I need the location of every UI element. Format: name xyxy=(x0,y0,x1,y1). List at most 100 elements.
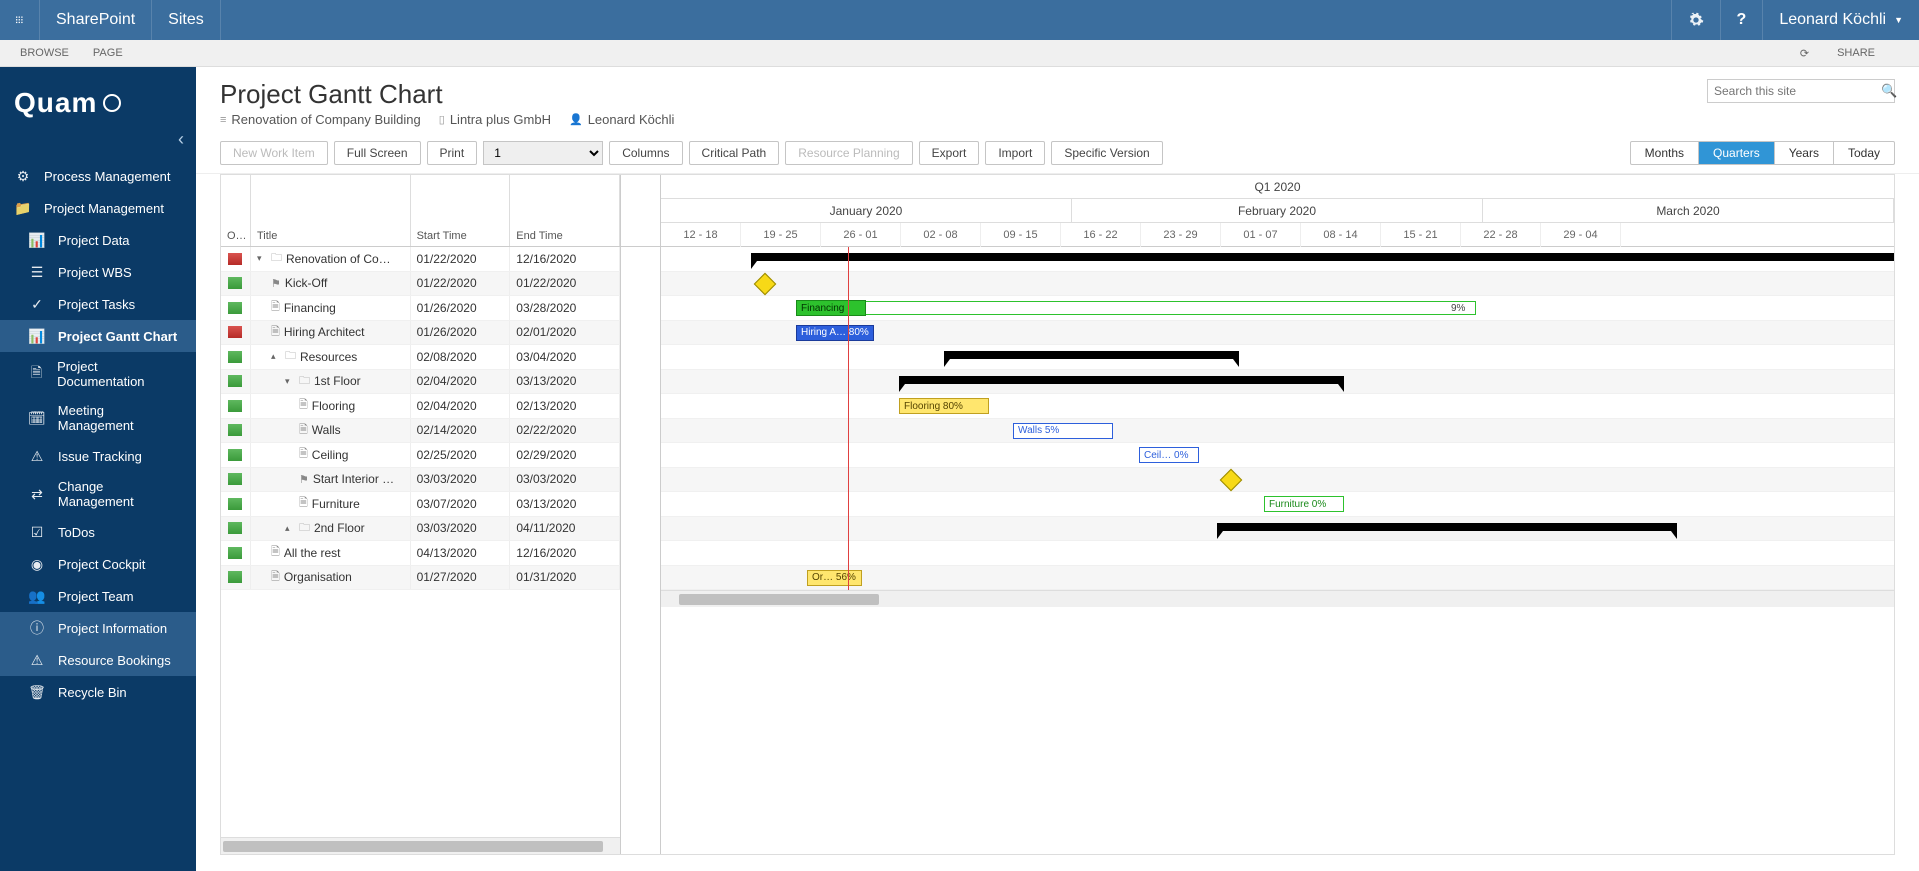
search-icon[interactable]: 🔍 xyxy=(1875,83,1903,99)
timeline-row: Walls 5% xyxy=(661,419,1894,444)
nav-process-management[interactable]: ⚙Process Management xyxy=(0,160,196,192)
grid-row[interactable]: 🗎 Financing 01/26/2020 03/28/2020 xyxy=(221,296,620,321)
task-bar[interactable]: Hiring A… 80% xyxy=(796,325,874,341)
share-button[interactable]: ⟳ SHARE xyxy=(1800,47,1899,60)
grid-row[interactable]: ⚑ Start Interior … 03/03/2020 03/03/2020 xyxy=(221,468,620,493)
summary-bar[interactable] xyxy=(899,376,1344,384)
task-bar[interactable]: Walls 5% xyxy=(1013,423,1113,439)
grid-scrollbar[interactable] xyxy=(221,837,620,854)
nav-project-tasks[interactable]: ✓Project Tasks xyxy=(0,288,196,320)
col-start[interactable]: Start Time xyxy=(411,175,511,246)
task-bar[interactable]: Ceil… 0% xyxy=(1139,447,1199,463)
person-icon: 👤 xyxy=(569,113,583,126)
grid-row[interactable]: 🗎 All the rest 04/13/2020 12/16/2020 xyxy=(221,541,620,566)
full-screen-button[interactable]: Full Screen xyxy=(334,141,421,165)
expand-toggle[interactable]: ▾ xyxy=(257,253,267,264)
view-months[interactable]: Months xyxy=(1631,142,1699,164)
nav-meeting-management[interactable]: 🗓Meeting Management xyxy=(0,396,196,440)
row-title: Organisation xyxy=(284,570,352,584)
week-header: 02 - 08 xyxy=(901,223,981,247)
nav-project-information[interactable]: ⓘProject Information xyxy=(0,612,196,644)
expand-toggle[interactable]: ▴ xyxy=(271,351,281,362)
search-box[interactable]: 🔍 xyxy=(1707,79,1895,103)
summary-bar[interactable] xyxy=(944,351,1239,359)
nav-project-gantt-chart[interactable]: 📊Project Gantt Chart xyxy=(0,320,196,352)
ribbon-page[interactable]: PAGE xyxy=(93,47,123,59)
col-end[interactable]: End Time xyxy=(510,175,620,246)
new-work-item-button: New Work Item xyxy=(220,141,328,165)
nav-resource-bookings[interactable]: ⚠Resource Bookings xyxy=(0,644,196,676)
status-icon xyxy=(228,375,242,387)
ribbon-browse[interactable]: BROWSE xyxy=(20,47,69,59)
nav-project-management[interactable]: 📁Project Management xyxy=(0,192,196,224)
col-title[interactable]: Title xyxy=(251,175,411,246)
nav-todos[interactable]: ☑ToDos xyxy=(0,516,196,548)
expand-toggle[interactable]: ▾ xyxy=(285,376,295,387)
milestone-marker[interactable] xyxy=(1220,468,1243,491)
nav-recycle-bin[interactable]: 🗑Recycle Bin xyxy=(0,676,196,708)
summary-bar[interactable] xyxy=(751,253,1894,261)
zoom-select[interactable]: 1 xyxy=(483,141,603,165)
user-menu[interactable]: Leonard Köchli ▼ xyxy=(1762,0,1919,40)
grid-row[interactable]: 🗎 Hiring Architect 01/26/2020 02/01/2020 xyxy=(221,321,620,346)
nav-icon: 📊 xyxy=(28,231,46,249)
nav-icon: ⓘ xyxy=(28,619,46,637)
expand-toggle[interactable]: ▴ xyxy=(285,523,295,534)
search-input[interactable] xyxy=(1708,84,1875,98)
specific-version-button[interactable]: Specific Version xyxy=(1051,141,1162,165)
critical-path-button[interactable]: Critical Path xyxy=(689,141,780,165)
view-today[interactable]: Today xyxy=(1834,142,1894,164)
nav-issue-tracking[interactable]: ⚠Issue Tracking xyxy=(0,440,196,472)
nav-change-management[interactable]: ⇄Change Management xyxy=(0,472,196,516)
col-status[interactable]: O… xyxy=(221,175,251,246)
summary-bar[interactable] xyxy=(1217,523,1677,531)
content: Project Gantt Chart ≡Renovation of Compa… xyxy=(196,67,1919,871)
grid-row[interactable]: 🗎 Organisation 01/27/2020 01/31/2020 xyxy=(221,566,620,591)
row-type-icon: 🗎 xyxy=(271,543,280,562)
grid-row[interactable]: ▴ 🗀 2nd Floor 03/03/2020 04/11/2020 xyxy=(221,517,620,542)
suite-sites[interactable]: Sites xyxy=(152,0,221,40)
settings-button[interactable] xyxy=(1671,0,1720,40)
app-launcher[interactable] xyxy=(0,0,40,40)
status-icon xyxy=(228,351,242,363)
export-button[interactable]: Export xyxy=(919,141,980,165)
task-bar[interactable]: Or… 56% xyxy=(807,570,862,586)
toolbar: New Work Item Full Screen Print 1 Column… xyxy=(196,131,1919,174)
nav-project-team[interactable]: 👥Project Team xyxy=(0,580,196,612)
task-bar[interactable]: Financing9% xyxy=(796,300,866,316)
view-quarters[interactable]: Quarters xyxy=(1699,142,1775,164)
grid-row[interactable]: ▴ 🗀 Resources 02/08/2020 03/04/2020 xyxy=(221,345,620,370)
nav-project-wbs[interactable]: ☰Project WBS xyxy=(0,256,196,288)
grid-row[interactable]: ▾ 🗀 Renovation of Co… 01/22/2020 12/16/2… xyxy=(221,247,620,272)
help-button[interactable]: ? xyxy=(1720,0,1763,40)
splitter-col[interactable] xyxy=(621,175,661,854)
columns-button[interactable]: Columns xyxy=(609,141,682,165)
task-bar[interactable]: Flooring 80% xyxy=(899,398,989,414)
nav-project-data[interactable]: 📊Project Data xyxy=(0,224,196,256)
task-bar[interactable]: Furniture 0% xyxy=(1264,496,1344,512)
row-title: Ceiling xyxy=(312,448,349,462)
week-header: 16 - 22 xyxy=(1061,223,1141,247)
timeline-pane: Q1 2020 January 2020February 2020March 2… xyxy=(661,175,1894,854)
timeline-scrollbar[interactable] xyxy=(661,590,1894,607)
view-years[interactable]: Years xyxy=(1775,142,1834,164)
timeline-row: Financing9% xyxy=(661,296,1894,321)
collapse-sidebar[interactable]: ‹ xyxy=(0,127,196,160)
suite-brand[interactable]: SharePoint xyxy=(40,0,152,40)
row-type-icon: 🗀 xyxy=(299,372,310,391)
grid-row[interactable]: 🗎 Walls 02/14/2020 02/22/2020 xyxy=(221,419,620,444)
grid-row[interactable]: ▾ 🗀 1st Floor 02/04/2020 03/13/2020 xyxy=(221,370,620,395)
grid-row[interactable]: 🗎 Furniture 03/07/2020 03/13/2020 xyxy=(221,492,620,517)
grid-row[interactable]: 🗎 Flooring 02/04/2020 02/13/2020 xyxy=(221,394,620,419)
import-button[interactable]: Import xyxy=(985,141,1045,165)
nav-project-documentation[interactable]: 🗎Project Documentation xyxy=(0,352,196,396)
nav-project-cockpit[interactable]: ◉Project Cockpit xyxy=(0,548,196,580)
milestone-marker[interactable] xyxy=(754,272,777,295)
grid-row[interactable]: ⚑ Kick-Off 01/22/2020 01/22/2020 xyxy=(221,272,620,297)
print-button[interactable]: Print xyxy=(427,141,478,165)
row-end: 02/01/2020 xyxy=(510,321,620,345)
row-title: All the rest xyxy=(284,546,341,560)
row-type-icon: 🗎 xyxy=(299,445,308,464)
grid-row[interactable]: 🗎 Ceiling 02/25/2020 02/29/2020 xyxy=(221,443,620,468)
nav-icon: ⚙ xyxy=(14,167,32,185)
